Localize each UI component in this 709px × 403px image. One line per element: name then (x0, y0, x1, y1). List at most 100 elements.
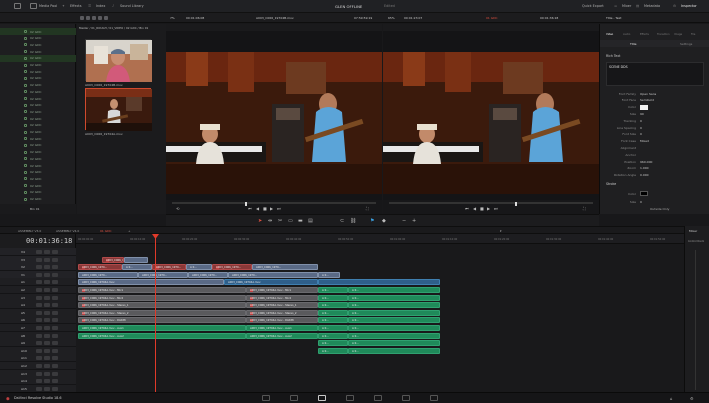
page-deliver-icon[interactable] (430, 395, 438, 401)
audio-clip[interactable]: A 0... (348, 347, 440, 354)
snapping-icon[interactable]: ⊂ (340, 218, 344, 224)
metadata-button[interactable]: Metadata (644, 4, 660, 8)
audio-clip[interactable]: A 0... (318, 287, 348, 293)
video-clip[interactable]: A 0... (318, 271, 340, 278)
lock-icon[interactable] (36, 356, 42, 361)
video-clip[interactable]: A003_C066_1970... (188, 271, 228, 278)
audio-clip[interactable]: A003_C066_19704A.mov - Aux2 (246, 332, 318, 339)
page-media-icon[interactable] (262, 395, 270, 401)
audio-clip[interactable]: A003_C066_19704A.mov - DLR88 (78, 317, 246, 324)
page-cut-icon[interactable] (290, 395, 298, 401)
sort-icon[interactable] (92, 16, 96, 20)
video-clip[interactable]: A003_C066_1970... (102, 256, 124, 263)
solo-icon[interactable] (52, 303, 58, 308)
solo-icon[interactable] (52, 348, 58, 353)
fullscreen-icon[interactable]: ⛶ (366, 206, 369, 211)
lock-icon[interactable] (36, 272, 42, 277)
video-clip[interactable]: A 0... (122, 264, 152, 271)
audio-clip[interactable]: A003_C066_19704A.mov - Aux1 (246, 325, 318, 331)
lock-icon[interactable] (36, 364, 42, 368)
lock-icon[interactable] (36, 333, 42, 338)
inspector-row-value[interactable]: 1.000 (640, 166, 649, 170)
audio-clip[interactable]: A 0... (348, 332, 440, 339)
lock-icon[interactable] (36, 371, 42, 376)
enable-icon[interactable] (44, 386, 50, 391)
enable-icon[interactable] (44, 364, 50, 368)
page-edit-icon[interactable] (318, 395, 326, 401)
video-clip[interactable]: A003_C066_1970... (152, 264, 186, 271)
stroke-row[interactable]: Color (600, 190, 709, 197)
media-pool-button[interactable]: Media Pool (39, 4, 57, 8)
audio-clip[interactable]: A 0... (318, 340, 348, 347)
inspector-row-value[interactable]: Semibold (640, 98, 654, 102)
inspector-icon[interactable]: ⚙ (673, 4, 676, 8)
blade-tool-icon[interactable]: ✂ (278, 218, 282, 224)
enable-icon[interactable] (44, 288, 50, 292)
audio-clip[interactable]: A 0... (348, 309, 440, 316)
search-icon[interactable] (98, 16, 102, 20)
solo-icon[interactable] (52, 280, 58, 285)
audio-clip[interactable]: A 0... (318, 347, 348, 354)
solo-icon[interactable] (52, 341, 58, 346)
enable-icon[interactable] (44, 341, 50, 346)
audio-clip[interactable]: A003_C066_19704A.mov - Stereo_2 (246, 309, 318, 316)
playhead[interactable] (155, 234, 156, 392)
text-input[interactable]: SCENE DDS (606, 62, 704, 86)
selection-tool-icon[interactable]: ➤ (258, 218, 262, 224)
metadata-icon[interactable]: ▤ (636, 4, 639, 8)
sound-library-icon[interactable]: ♪ (112, 4, 114, 8)
video-clip[interactable]: A 0... (186, 264, 212, 271)
effects-icon[interactable]: ✦ (62, 4, 65, 8)
inspector-tab[interactable]: Video (606, 33, 613, 36)
enable-icon[interactable] (44, 303, 50, 308)
subtab-settings[interactable]: Settings (680, 42, 692, 46)
lock-icon[interactable] (36, 348, 42, 353)
index-button[interactable]: Index (96, 4, 105, 8)
source-transport[interactable]: ⟲ ⏮ ◀ ■ ▶ ⏭ ⛶ (166, 200, 382, 214)
video-clip[interactable]: A003_C066_19704A.mov (78, 279, 224, 286)
solo-icon[interactable] (52, 333, 58, 338)
lock-icon[interactable] (36, 295, 42, 300)
page-color-icon[interactable] (374, 395, 382, 401)
media-pool-icon[interactable] (30, 3, 37, 9)
audio-clip[interactable]: A 0... (318, 309, 348, 316)
list-view-icon[interactable] (80, 16, 84, 20)
solo-icon[interactable] (52, 295, 58, 300)
audio-clip[interactable]: A003_C066_19704A.mov - DLR88 (246, 317, 318, 324)
section-stroke[interactable]: Stroke (606, 182, 616, 186)
effects-button[interactable]: Effects (70, 4, 82, 8)
prev-frame-icon[interactable]: ⏮ (465, 206, 469, 211)
lock-icon[interactable] (36, 280, 42, 285)
mixer-button[interactable]: Mixer (622, 4, 631, 8)
lock-icon[interactable] (36, 303, 42, 308)
flag-icon[interactable]: ⚑ (370, 218, 374, 224)
audio-clip[interactable]: A003_C066_19704A.mov - Aux2 (78, 332, 246, 339)
inspector-row-value[interactable]: 0 (640, 132, 642, 136)
video-clip[interactable]: A003_C066_1970... (138, 271, 188, 278)
stroke-row-value[interactable]: 0 (640, 200, 642, 204)
audio-clip[interactable]: A003_C066_19704A.mov - Mic1 (78, 287, 246, 293)
insert-icon[interactable]: ▭ (288, 218, 293, 224)
audio-clip[interactable]: A 0... (348, 294, 440, 301)
solo-icon[interactable] (52, 326, 58, 330)
timeline-ruler[interactable]: 00:00:00:00 00:00:10:00 00:00:20:00 00:00:3… (76, 234, 709, 244)
inspector-row[interactable]: Rotation Angle 0.000 (600, 172, 709, 179)
subtab-title[interactable]: Title (630, 42, 636, 46)
solo-icon[interactable] (52, 265, 58, 270)
timeline-name[interactable]: 01 GDC (486, 16, 498, 20)
lock-icon[interactable] (36, 326, 42, 330)
sound-library-button[interactable]: Sound Library (120, 4, 144, 8)
solo-icon[interactable] (52, 250, 58, 254)
enable-icon[interactable] (44, 318, 50, 323)
audio-clip[interactable]: A 0... (348, 302, 440, 309)
settings-icon[interactable]: ⚙ (690, 396, 694, 401)
video-clip[interactable] (318, 279, 440, 286)
solo-icon[interactable] (52, 310, 58, 315)
inspector-tab[interactable]: Effects (640, 33, 649, 36)
enable-icon[interactable] (44, 295, 50, 300)
next-frame-icon[interactable]: ⏭ (494, 206, 498, 211)
more-icon[interactable] (104, 16, 108, 20)
audio-clip[interactable]: A 0... (318, 294, 348, 301)
solo-icon[interactable] (52, 379, 58, 384)
lock-icon[interactable] (36, 386, 42, 391)
